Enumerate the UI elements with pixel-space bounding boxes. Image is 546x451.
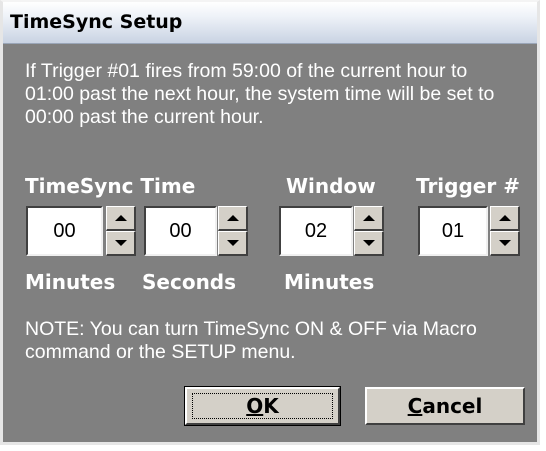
note-text: NOTE: You can turn TimeSync ON & OFF via…: [25, 318, 477, 363]
timesync-minutes-up-button[interactable]: [106, 206, 136, 231]
timesync-minutes-field[interactable]: 00: [26, 206, 103, 256]
arrow-down-icon: [363, 240, 375, 246]
arrow-down-icon: [227, 240, 239, 246]
trigger-number-up-button[interactable]: [490, 206, 520, 231]
cancel-button-label: Cancel: [407, 394, 483, 418]
timesync-minutes-unit-label: Minutes: [25, 270, 116, 294]
trigger-number-down-button[interactable]: [490, 231, 520, 256]
arrow-down-icon: [499, 240, 511, 246]
timesync-minutes-down-button[interactable]: [106, 231, 136, 256]
arrow-up-icon: [227, 215, 239, 221]
arrow-up-icon: [499, 215, 511, 221]
window-minutes-down-button[interactable]: [354, 231, 384, 256]
timesync-seconds-field[interactable]: 00: [144, 206, 217, 256]
window-minutes-up-button[interactable]: [354, 206, 384, 231]
timesync-minutes-spinner: [106, 206, 136, 256]
trigger-number-field[interactable]: 01: [418, 206, 488, 256]
arrow-down-icon: [115, 240, 127, 246]
timesync-seconds-down-button[interactable]: [218, 231, 248, 256]
ok-button[interactable]: OK: [184, 386, 341, 426]
arrow-up-icon: [363, 215, 375, 221]
timesync-seconds-spinner: [218, 206, 248, 256]
focus-rectangle: [192, 393, 333, 419]
cancel-button[interactable]: Cancel: [365, 387, 525, 425]
description-text: If Trigger #01 fires from 59:00 of the c…: [25, 60, 495, 128]
timesync-seconds-unit-label: Seconds: [142, 270, 237, 294]
window-minutes-field[interactable]: 02: [279, 206, 353, 256]
window-label: Window: [286, 174, 376, 198]
window-title: TimeSync Setup: [10, 11, 183, 33]
window-minutes-spinner: [354, 206, 384, 256]
arrow-up-icon: [115, 215, 127, 221]
timesync-seconds-up-button[interactable]: [218, 206, 248, 231]
trigger-number-spinner: [490, 206, 520, 256]
title-bar[interactable]: TimeSync Setup: [3, 2, 537, 44]
trigger-label: Trigger #: [416, 174, 520, 198]
window-minutes-unit-label: Minutes: [284, 270, 375, 294]
timesync-time-label: TimeSync Time: [25, 174, 196, 198]
timesync-setup-dialog: TimeSync Setup If Trigger #01 fires from…: [0, 0, 540, 445]
